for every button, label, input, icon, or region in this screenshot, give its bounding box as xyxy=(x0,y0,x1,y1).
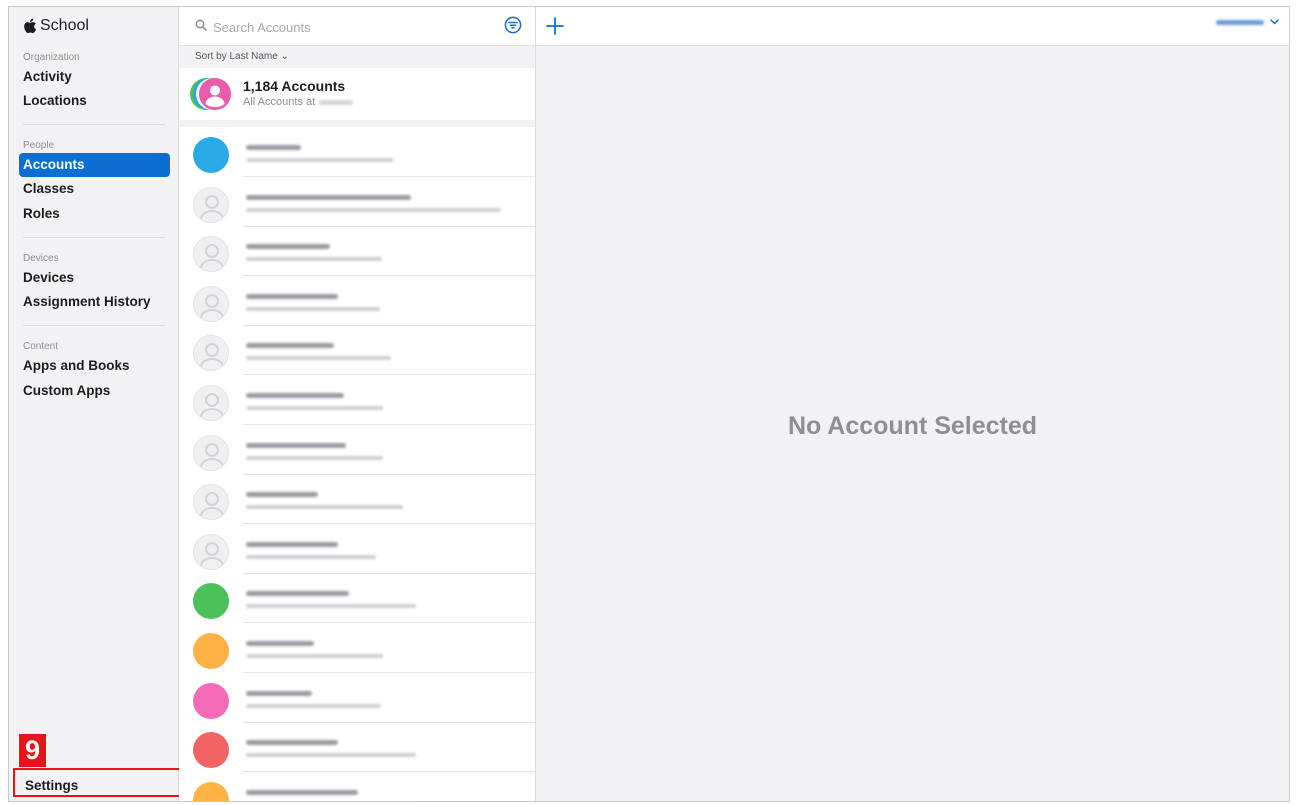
redacted-name xyxy=(246,393,344,398)
sidebar-item-roles[interactable]: Roles xyxy=(23,206,60,221)
sidebar-divider xyxy=(23,237,165,238)
account-row[interactable] xyxy=(179,127,535,177)
sidebar-item-locations[interactable]: Locations xyxy=(23,93,87,108)
sidebar: School Organization Activity Locations P… xyxy=(9,7,182,801)
app-window: School Organization Activity Locations P… xyxy=(8,6,1290,802)
search-icon xyxy=(195,19,207,31)
account-row[interactable] xyxy=(179,276,535,326)
list-spacer xyxy=(179,120,535,127)
redacted-details xyxy=(246,356,391,361)
redacted-name xyxy=(246,293,338,299)
account-row[interactable] xyxy=(179,524,535,574)
toolbar xyxy=(536,7,1289,46)
sidebar-item-settings[interactable]: Settings xyxy=(13,768,182,797)
brand-label: School xyxy=(40,17,89,34)
avatar xyxy=(193,781,229,801)
redacted-name xyxy=(246,690,312,696)
avatar xyxy=(193,137,229,173)
section-label-content: Content xyxy=(23,341,59,352)
summary-subtitle-text: All Accounts at xyxy=(243,96,316,108)
redacted-details xyxy=(246,554,376,559)
redacted-text xyxy=(319,99,354,105)
redacted-details xyxy=(246,257,382,262)
chevron-down-icon xyxy=(1270,19,1279,25)
redacted-details xyxy=(246,703,381,708)
sidebar-item-custom-apps[interactable]: Custom Apps xyxy=(23,383,110,398)
avatar-placeholder-icon xyxy=(193,186,229,223)
redacted-name xyxy=(246,194,411,200)
redacted-details xyxy=(246,753,416,758)
account-row[interactable] xyxy=(179,722,535,773)
account-row[interactable] xyxy=(179,226,535,277)
avatar-placeholder-icon xyxy=(193,236,229,273)
section-label-organization: Organization xyxy=(23,52,80,63)
user-menu[interactable] xyxy=(1216,19,1279,25)
account-row[interactable] xyxy=(179,425,535,475)
sidebar-item-classes[interactable]: Classes xyxy=(23,181,74,196)
account-list-pane: Sort by Last Name ⌄ 1,184 Accounts All A… xyxy=(179,7,536,801)
redacted-details xyxy=(246,207,501,212)
account-row[interactable] xyxy=(179,325,535,376)
account-row[interactable] xyxy=(179,673,535,723)
redacted-name xyxy=(246,789,358,795)
section-label-people: People xyxy=(23,140,55,151)
redacted-details xyxy=(246,158,394,162)
search-input[interactable] xyxy=(211,15,495,39)
empty-state-title: No Account Selected xyxy=(787,412,1038,440)
filter-icon[interactable] xyxy=(504,16,522,34)
redacted-details xyxy=(246,505,403,510)
avatar xyxy=(193,732,229,769)
account-count: 1,184 Accounts xyxy=(243,78,346,94)
sidebar-item-assignment-history[interactable]: Assignment History xyxy=(23,294,151,309)
redacted-details xyxy=(246,455,383,460)
avatar xyxy=(193,682,229,719)
account-row[interactable] xyxy=(179,177,535,227)
redacted-user-name xyxy=(1216,19,1264,25)
sidebar-divider xyxy=(23,124,165,125)
redacted-name xyxy=(246,591,349,597)
account-row[interactable] xyxy=(179,772,535,801)
avatar-placeholder-icon xyxy=(193,385,229,421)
avatar-placeholder-icon xyxy=(193,335,229,372)
redacted-name xyxy=(246,492,318,498)
redacted-name xyxy=(246,244,330,250)
avatar-placeholder-icon xyxy=(193,533,229,570)
summary-subtitle: All Accounts at xyxy=(243,96,354,108)
avatar-placeholder-icon xyxy=(193,484,229,521)
redacted-details xyxy=(246,406,383,410)
account-row[interactable] xyxy=(179,623,535,673)
avatar xyxy=(193,633,229,669)
account-row[interactable] xyxy=(179,474,535,525)
section-label-devices: Devices xyxy=(23,253,59,264)
redacted-name xyxy=(246,343,334,349)
step-marker: 9 xyxy=(19,734,46,767)
redacted-name xyxy=(246,442,346,448)
redacted-name xyxy=(246,641,314,646)
apple-logo-icon xyxy=(24,18,36,34)
sidebar-item-activity[interactable]: Activity xyxy=(23,69,72,84)
sort-button[interactable]: Sort by Last Name ⌄ xyxy=(179,46,535,68)
sidebar-item-apps-and-books[interactable]: Apps and Books xyxy=(23,358,130,373)
group-avatar-icon xyxy=(190,78,231,110)
redacted-name xyxy=(246,541,338,547)
redacted-details xyxy=(246,306,380,311)
brand: School xyxy=(23,17,89,35)
avatar-placeholder-icon xyxy=(193,434,229,471)
account-row[interactable] xyxy=(179,375,535,425)
detail-pane: No Account Selected xyxy=(536,7,1289,801)
avatar-placeholder-icon xyxy=(193,285,229,322)
avatar xyxy=(193,583,229,620)
redacted-name xyxy=(246,740,338,746)
sidebar-divider xyxy=(23,325,165,326)
redacted-details xyxy=(246,654,383,658)
sidebar-item-accounts[interactable]: Accounts xyxy=(19,153,170,177)
account-row[interactable] xyxy=(179,573,535,624)
sidebar-item-devices[interactable]: Devices xyxy=(23,270,74,285)
redacted-name xyxy=(246,145,301,150)
redacted-details xyxy=(246,604,416,609)
all-accounts-item[interactable]: 1,184 Accounts All Accounts at xyxy=(179,68,535,121)
add-account-icon[interactable] xyxy=(545,16,565,36)
search-bar xyxy=(179,7,535,46)
